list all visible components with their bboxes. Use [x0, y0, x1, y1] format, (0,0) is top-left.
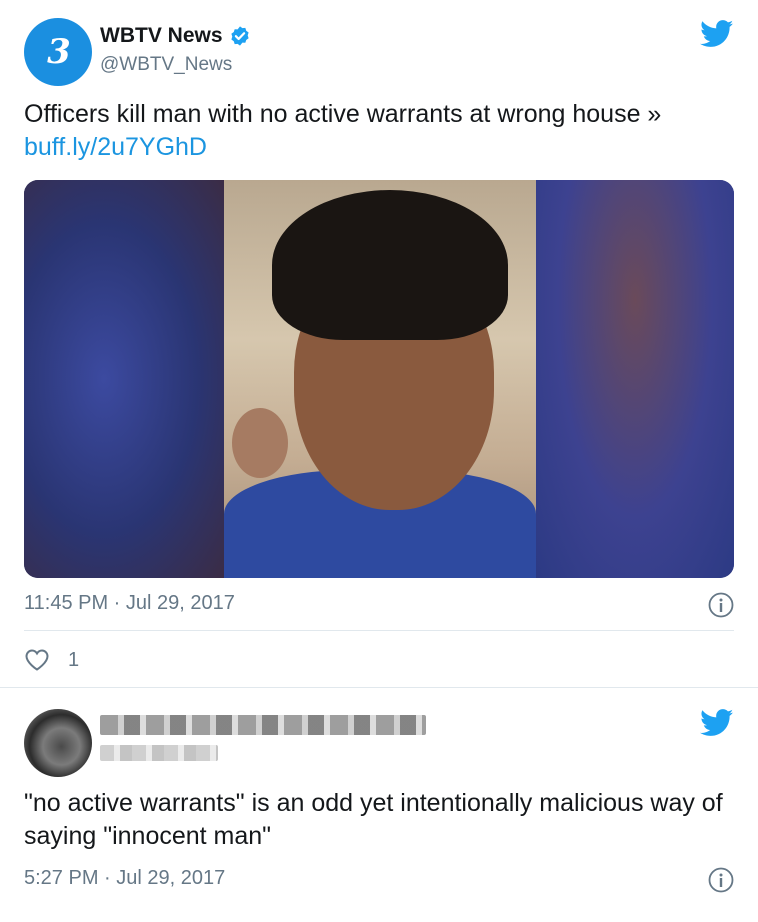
tweet-timestamp[interactable]: 5:27 PM · Jul 29, 2017 [24, 867, 225, 890]
tweet-timestamp[interactable]: 11:45 PM · Jul 29, 2017 [24, 592, 235, 615]
author-handle-redacted [100, 745, 218, 761]
twitter-bird-icon[interactable] [700, 20, 734, 48]
verified-badge-icon [230, 26, 249, 46]
display-name-redacted [100, 715, 426, 735]
tweet-link[interactable]: buff.ly/2u7YGhD [24, 133, 207, 161]
info-icon[interactable] [708, 592, 734, 618]
tweet-text: "no active warrants" is an odd yet inten… [24, 789, 723, 850]
media-blur-left [24, 180, 224, 578]
avatar[interactable] [24, 709, 92, 777]
twitter-bird-icon[interactable] [700, 709, 734, 737]
tweet-media-image[interactable] [24, 180, 734, 578]
divider [24, 630, 734, 631]
media-hair [272, 190, 508, 340]
like-count: 1 [68, 648, 80, 671]
wbtv-logo: 3 [47, 32, 71, 72]
media-background-person [232, 408, 288, 478]
avatar[interactable]: 3 [24, 18, 92, 86]
heart-icon[interactable] [24, 648, 50, 672]
media-blur-right [536, 180, 734, 578]
tweet-card[interactable]: "no active warrants" is an odd yet inten… [0, 689, 758, 922]
like-row[interactable]: 1 [24, 648, 79, 672]
author-handle[interactable]: @WBTV_News [100, 54, 232, 76]
display-name[interactable]: WBTV News [100, 24, 223, 48]
tweet-text-body: Officers kill man with no active warrant… [24, 100, 662, 128]
tweet-text: Officers kill man with no active warrant… [24, 98, 724, 164]
tweet-card[interactable]: 3 WBTV News @WBTV_News Officers kill man… [0, 0, 758, 688]
author-name-row: WBTV News [100, 24, 251, 48]
info-icon[interactable] [708, 867, 734, 893]
